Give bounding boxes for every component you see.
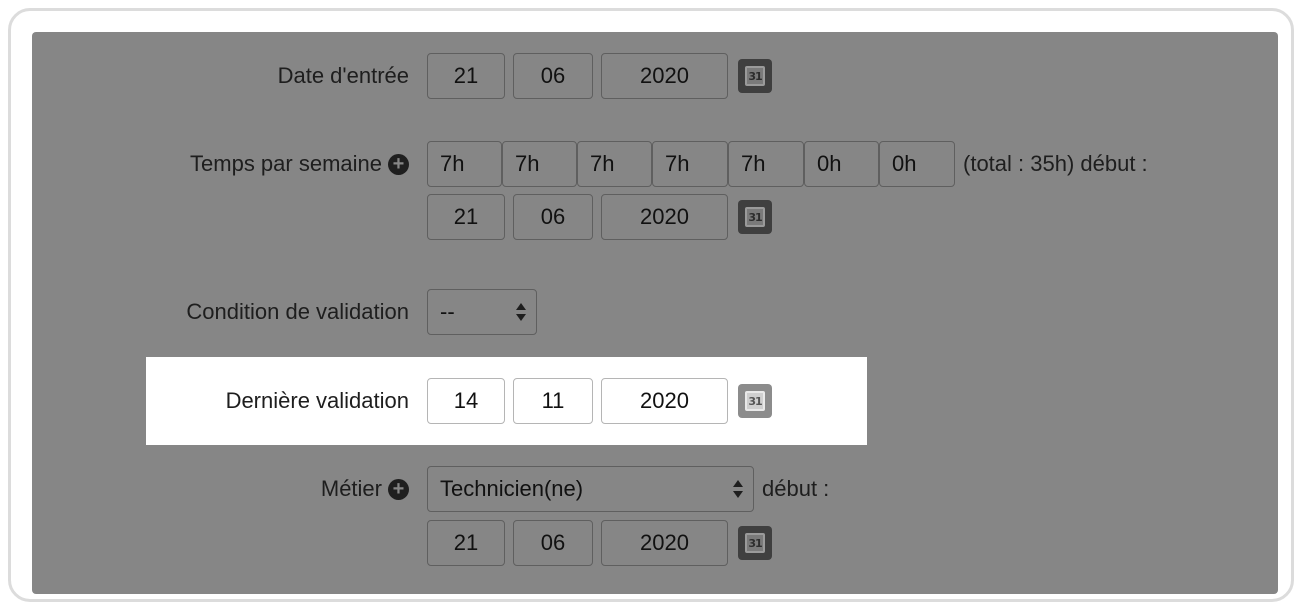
calendar-icon: 31: [745, 533, 765, 553]
date-entree-day-input[interactable]: 21: [427, 53, 505, 99]
metier-label: Métier: [320, 476, 382, 501]
calendar-icon: 31: [745, 207, 765, 227]
derniere-validation-year-input[interactable]: 2020: [601, 378, 728, 424]
metier-month-input[interactable]: 06: [513, 520, 593, 566]
condition-validation-label: Condition de validation: [186, 299, 409, 324]
metier-label-wrap: Métier +: [321, 466, 409, 512]
select-arrows-icon: [733, 478, 743, 500]
calendar-icon: 31: [745, 391, 765, 411]
temps-semaine-label-wrap: Temps par semaine +: [190, 141, 409, 187]
select-arrows-icon: [516, 301, 526, 323]
derniere-validation-day-input[interactable]: 14: [427, 378, 505, 424]
metier-select[interactable]: Technicien(ne): [427, 466, 754, 512]
plus-circle-icon[interactable]: +: [388, 478, 409, 500]
total-hours-text: (total : 35h) début :: [963, 151, 1148, 176]
hours-day-4-input[interactable]: 7h: [652, 141, 728, 187]
metier-day-input[interactable]: 21: [427, 520, 505, 566]
date-entree-calendar-button[interactable]: 31: [738, 59, 772, 93]
date-entree-month-input[interactable]: 06: [513, 53, 593, 99]
metier-debut-text: début :: [762, 476, 830, 501]
hours-day-5-input[interactable]: 7h: [728, 141, 804, 187]
condition-validation-value: --: [440, 299, 455, 324]
calendar-icon: 31: [745, 66, 765, 86]
metier-value: Technicien(ne): [440, 476, 584, 501]
temps-semaine-year-input[interactable]: 2020: [601, 194, 728, 240]
derniere-validation-label: Dernière validation: [225, 388, 409, 413]
condition-validation-select[interactable]: --: [427, 289, 537, 335]
hours-day-7-input[interactable]: 0h: [879, 141, 955, 187]
derniere-validation-month-input[interactable]: 11: [513, 378, 593, 424]
hours-day-1-input[interactable]: 7h: [427, 141, 502, 187]
metier-calendar-button[interactable]: 31: [738, 526, 772, 560]
temps-semaine-day-input[interactable]: 21: [427, 194, 505, 240]
date-entree-label: Date d'entrée: [277, 63, 409, 88]
derniere-validation-calendar-button[interactable]: 31: [738, 384, 772, 418]
temps-semaine-label: Temps par semaine: [190, 151, 382, 176]
plus-circle-icon[interactable]: +: [388, 153, 409, 175]
temps-semaine-month-input[interactable]: 06: [513, 194, 593, 240]
hours-day-6-input[interactable]: 0h: [804, 141, 879, 187]
metier-year-input[interactable]: 2020: [601, 520, 728, 566]
hours-day-3-input[interactable]: 7h: [577, 141, 652, 187]
temps-semaine-calendar-button[interactable]: 31: [738, 200, 772, 234]
hours-day-2-input[interactable]: 7h: [502, 141, 577, 187]
date-entree-year-input[interactable]: 2020: [601, 53, 728, 99]
